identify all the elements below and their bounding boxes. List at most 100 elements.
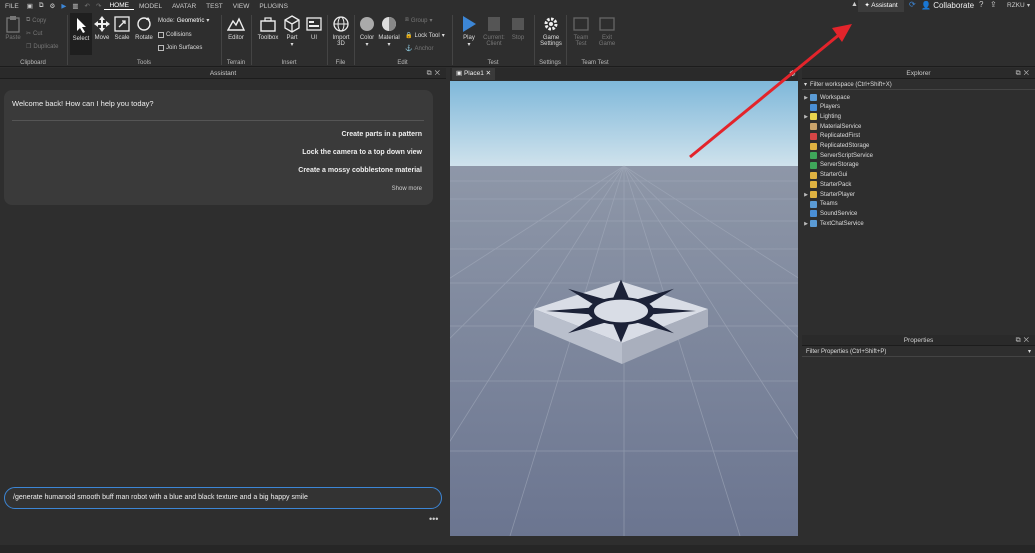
tab-avatar[interactable]: AVATAR xyxy=(167,3,201,10)
tab-home[interactable]: HOME xyxy=(104,2,134,10)
more-options-icon[interactable]: ••• xyxy=(429,514,438,524)
filter-icon: ▾ xyxy=(804,82,808,88)
tab-plugins[interactable]: PLUGINS xyxy=(254,3,293,10)
service-icon xyxy=(810,113,817,121)
explorer-item-label: TextChatService xyxy=(820,220,864,227)
scale-tool-button[interactable]: Scale xyxy=(113,15,131,41)
save-icon[interactable]: ▣ xyxy=(24,2,36,10)
mode-select[interactable]: Mode: Geometric ▾ xyxy=(158,17,209,25)
anchor-button[interactable]: ⚓ Anchor xyxy=(405,45,434,53)
suggestion-mossy-material[interactable]: Create a mossy cobblestone material xyxy=(298,167,422,174)
settings-icon[interactable]: ⚙ xyxy=(47,2,59,10)
stop-button[interactable]: Stop xyxy=(508,15,528,41)
copy-button[interactable]: ⧉ Copy xyxy=(26,17,46,24)
close-icon[interactable]: ✕ xyxy=(1024,70,1032,77)
collapse-ribbon-icon[interactable]: ▲ xyxy=(851,1,858,8)
sync-icon[interactable]: ⟳ xyxy=(909,0,916,9)
exit-game-button[interactable]: Exit Game xyxy=(596,15,618,47)
explorer-item-soundservice[interactable]: SoundService xyxy=(802,209,857,218)
explorer-item-serverstorage[interactable]: ServerStorage xyxy=(802,161,859,170)
import-3d-button[interactable]: Import 3D xyxy=(330,15,352,47)
group-button[interactable]: ⧈ Group ▾ xyxy=(405,17,433,24)
explorer-item-startergui[interactable]: StarterGui xyxy=(802,171,847,180)
help-icon[interactable]: ? xyxy=(979,0,983,9)
open-icon[interactable]: ⧉ xyxy=(36,2,47,10)
material-button[interactable]: Material ▾ xyxy=(377,15,401,48)
show-more-button[interactable]: Show more xyxy=(392,186,422,192)
tab-test[interactable]: TEST xyxy=(201,3,228,10)
undo-icon[interactable]: ↶ xyxy=(82,2,93,10)
explorer-item-starterplayer[interactable]: ▶ StarterPlayer xyxy=(802,190,855,199)
chevron-down-icon[interactable]: ▾ xyxy=(1028,347,1031,357)
toolbox-button[interactable]: Toolbox xyxy=(255,15,281,41)
close-icon[interactable]: ✕ xyxy=(1024,337,1032,344)
terrain-editor-button[interactable]: Editor xyxy=(226,15,246,41)
checkbox-icon xyxy=(158,45,164,51)
layout-icon[interactable]: ▥ xyxy=(69,2,81,10)
place-icon: ▣ xyxy=(456,70,464,77)
paste-button[interactable]: Paste xyxy=(4,15,22,41)
assistant-button[interactable]: ✦ Assistant xyxy=(858,0,904,12)
assistant-prompt-input[interactable]: /generate humanoid smooth buff man robot… xyxy=(4,487,442,509)
suggestion-lock-camera[interactable]: Lock the camera to a top down view xyxy=(302,149,422,156)
cut-button[interactable]: ✂ Cut xyxy=(26,30,42,38)
explorer-item-starterpack[interactable]: StarterPack xyxy=(802,180,851,189)
explorer-filter-input[interactable]: ▾ Filter workspace (Ctrl+Shift+X) xyxy=(802,80,1035,90)
explorer-item-lighting[interactable]: ▶ Lighting xyxy=(802,112,841,121)
service-icon xyxy=(810,123,817,131)
explorer-item-teams[interactable]: Teams xyxy=(802,200,838,209)
explorer-item-label: MaterialService xyxy=(820,123,862,130)
explorer-item-serverscriptservice[interactable]: ServerScriptService xyxy=(802,151,873,160)
play-button[interactable]: Play ▾ xyxy=(459,15,479,48)
ui-button[interactable]: UI xyxy=(305,15,323,41)
tab-view[interactable]: VIEW xyxy=(228,3,255,10)
popout-icon[interactable]: ⧉ xyxy=(1016,337,1024,344)
expand-arrow-icon[interactable]: ▶ xyxy=(802,114,810,120)
lock-tool-button[interactable]: 🔒 Lock Tool ▾ xyxy=(405,32,445,40)
explorer-item-materialservice[interactable]: MaterialService xyxy=(802,122,861,131)
popout-icon[interactable]: ⧉ xyxy=(1016,70,1024,77)
join-surfaces-checkbox[interactable]: Join Surfaces xyxy=(158,45,202,51)
move-tool-button[interactable]: Move xyxy=(93,15,111,41)
explorer-item-players[interactable]: Players xyxy=(802,103,840,112)
file-group: Import 3D File xyxy=(328,12,353,67)
explorer-item-label: Lighting xyxy=(820,113,842,120)
explorer-item-textchatservice[interactable]: ▶ TextChatService xyxy=(802,219,864,228)
duplicate-button[interactable]: ❐ Duplicate xyxy=(26,43,58,51)
explorer-item-replicatedstorage[interactable]: ReplicatedStorage xyxy=(802,142,869,151)
assistant-welcome-card: Welcome back! How can I help you today? … xyxy=(4,90,433,205)
redo-icon[interactable]: ↷ xyxy=(93,2,104,10)
popout-icon[interactable]: ⧉ xyxy=(427,70,435,77)
expand-arrow-icon[interactable]: ▶ xyxy=(802,192,810,198)
team-test-group-label: Team Test xyxy=(581,60,609,66)
explorer-item-label: ServerScriptService xyxy=(820,152,874,159)
color-icon xyxy=(360,17,374,31)
team-test-button[interactable]: Team Test xyxy=(570,15,592,47)
file-menu[interactable]: FILE xyxy=(0,3,24,10)
rotate-tool-button[interactable]: Rotate xyxy=(133,15,155,41)
color-button[interactable]: Color ▾ xyxy=(357,15,377,48)
copy-icon: ⧉ xyxy=(26,17,31,23)
expand-arrow-icon[interactable]: ▶ xyxy=(802,95,810,101)
explorer-item-replicatedfirst[interactable]: ReplicatedFirst xyxy=(802,132,860,141)
select-tool-button[interactable]: Select xyxy=(70,13,92,55)
part-button[interactable]: Part ▾ xyxy=(283,15,301,48)
expand-arrow-icon[interactable]: ▶ xyxy=(802,221,810,227)
current-client-button[interactable]: Current: Client xyxy=(481,15,507,47)
user-chevron-icon[interactable]: ▾ xyxy=(1027,2,1030,9)
close-tab-icon[interactable]: ✕ xyxy=(484,70,491,77)
user-menu[interactable]: RZKU xyxy=(1007,2,1025,9)
tab-place1[interactable]: ▣ Place1 ✕ xyxy=(452,68,496,80)
play-quick-icon[interactable]: ▶ xyxy=(58,2,69,10)
share-icon[interactable]: ⇪ xyxy=(990,0,997,9)
game-settings-button[interactable]: Game Settings xyxy=(538,15,564,47)
service-icon xyxy=(810,191,817,198)
collaborate-button[interactable]: 👤 Collaborate xyxy=(921,1,974,10)
properties-filter-input[interactable]: Filter Properties (Ctrl+Shift+P) ▾ xyxy=(802,347,1035,357)
close-icon[interactable]: ✕ xyxy=(435,70,443,77)
tab-model[interactable]: MODEL xyxy=(134,3,167,10)
collisions-checkbox[interactable]: Collisions xyxy=(158,32,192,38)
explorer-item-workspace[interactable]: ▶ Workspace xyxy=(802,93,850,102)
suggestion-create-parts[interactable]: Create parts in a pattern xyxy=(341,131,422,138)
properties-panel: Properties ⧉✕ Filter Properties (Ctrl+Sh… xyxy=(802,335,1035,545)
